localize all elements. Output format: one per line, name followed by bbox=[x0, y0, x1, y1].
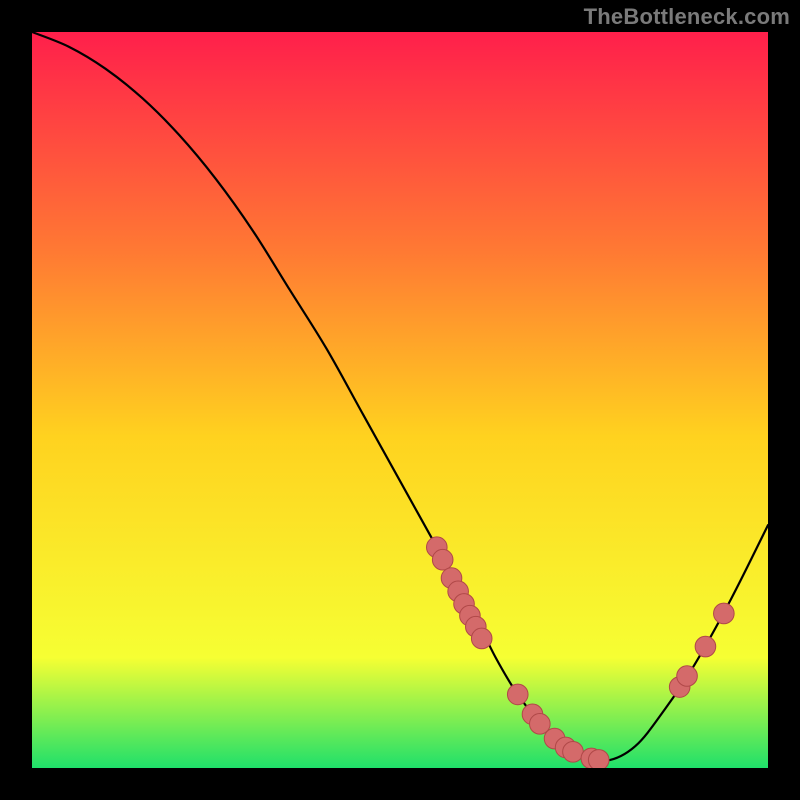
attribution-label: TheBottleneck.com bbox=[584, 4, 790, 30]
data-point bbox=[695, 636, 716, 657]
data-point bbox=[563, 742, 584, 763]
plot-area bbox=[32, 32, 768, 768]
data-point bbox=[507, 684, 528, 705]
data-point bbox=[714, 603, 735, 624]
data-point bbox=[471, 628, 492, 649]
chart-stage: TheBottleneck.com bbox=[0, 0, 800, 800]
data-point bbox=[588, 750, 609, 768]
data-point bbox=[677, 666, 698, 687]
chart-svg bbox=[32, 32, 768, 768]
data-point bbox=[432, 549, 453, 570]
gradient-background bbox=[32, 32, 768, 768]
